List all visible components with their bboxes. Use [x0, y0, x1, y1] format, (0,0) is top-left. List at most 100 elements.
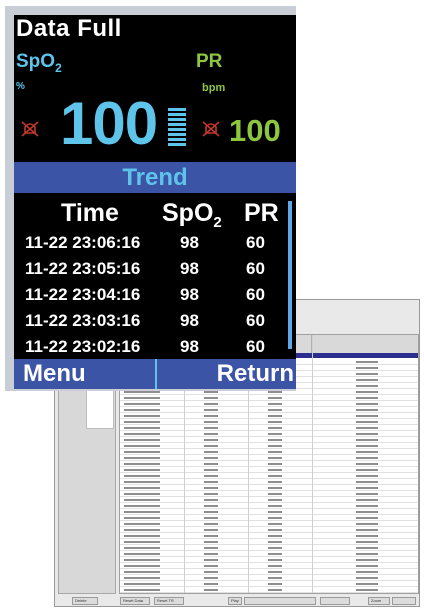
- table-cell: [356, 379, 378, 381]
- trend-row: 11-22 23:03:16 98 60: [14, 311, 286, 337]
- status-button[interactable]: Delete: [72, 597, 98, 605]
- table-cell: [356, 373, 378, 375]
- table-cell: [124, 547, 160, 549]
- table-cell: [356, 523, 378, 525]
- table-cell: [124, 463, 160, 465]
- table-cell: [356, 487, 378, 489]
- table-cell: [356, 499, 378, 501]
- status-button[interactable]: Play: [228, 597, 242, 605]
- table-cell: [356, 415, 378, 417]
- column-header-time: Time: [61, 199, 119, 227]
- table-cell: [124, 577, 160, 579]
- table-cell: [268, 565, 282, 567]
- table-cell: [356, 457, 378, 459]
- status-select[interactable]: [320, 597, 350, 605]
- table-cell: [356, 565, 378, 567]
- table-cell: [268, 481, 282, 483]
- row-spo2: 98: [180, 259, 199, 278]
- table-cell: [124, 403, 160, 405]
- screen-title: Data Full: [16, 15, 122, 42]
- table-cell: [356, 559, 378, 561]
- table-cell: [204, 427, 218, 429]
- row-spo2: 98: [180, 285, 199, 304]
- row-spo2: 98: [180, 233, 199, 252]
- table-cell: [268, 553, 282, 555]
- row-spo2: 98: [180, 311, 199, 330]
- table-cell: [124, 589, 160, 591]
- row-pr: 60: [246, 337, 265, 356]
- table-cell: [268, 457, 282, 459]
- table-cell: [204, 433, 218, 435]
- table-header-cell[interactable]: [312, 335, 418, 353]
- table-cell: [204, 535, 218, 537]
- table-cell: [204, 505, 218, 507]
- table-cell: [204, 547, 218, 549]
- table-cell: [356, 553, 378, 555]
- table-cell: [204, 487, 218, 489]
- table-cell: [268, 589, 282, 591]
- table-cell: [356, 589, 378, 591]
- row-pr: 60: [246, 233, 265, 252]
- status-button[interactable]: Reset Data: [120, 597, 150, 605]
- trend-scrollbar[interactable]: [288, 201, 292, 349]
- status-button[interactable]: Zoom: [368, 597, 390, 605]
- table-cell: [268, 559, 282, 561]
- zoom-select[interactable]: [244, 597, 316, 605]
- table-cell: [268, 523, 282, 525]
- table-cell: [356, 541, 378, 543]
- table-cell: [204, 499, 218, 501]
- table-cell: [268, 403, 282, 405]
- table-cell: [356, 529, 378, 531]
- table-cell: [124, 511, 160, 513]
- table-cell: [124, 553, 160, 555]
- table-cell: [268, 517, 282, 519]
- table-cell: [124, 487, 160, 489]
- table-cell: [268, 421, 282, 423]
- trend-row: 11-22 23:06:16 98 60: [14, 233, 286, 259]
- table-cell: [268, 391, 282, 393]
- softkey-bar: Menu Return: [14, 359, 296, 389]
- table-cell: [204, 409, 218, 411]
- table-cell: [124, 457, 160, 459]
- table-cell: [268, 577, 282, 579]
- spo2-value: 100: [60, 90, 158, 157]
- table-cell: [204, 469, 218, 471]
- side-panel-blank-area: [86, 388, 114, 429]
- table-cell: [268, 463, 282, 465]
- table-cell: [204, 475, 218, 477]
- row-time: 11-22 23:02:16: [25, 337, 141, 356]
- table-cell: [268, 433, 282, 435]
- table-cell: [124, 523, 160, 525]
- table-cell: [204, 565, 218, 567]
- table-cell: [124, 439, 160, 441]
- row-pr: 60: [246, 285, 265, 304]
- trend-row: 11-22 23:04:16 98 60: [14, 285, 286, 311]
- table-cell: [204, 511, 218, 513]
- table-cell: [356, 469, 378, 471]
- table-cell: [356, 481, 378, 483]
- table-cell: [356, 547, 378, 549]
- table-cell: [268, 439, 282, 441]
- table-cell: [124, 529, 160, 531]
- table-cell: [124, 451, 160, 453]
- status-button[interactable]: Reset TR: [154, 597, 184, 605]
- menu-button[interactable]: Menu: [14, 359, 155, 389]
- pr-label: PR: [196, 51, 223, 72]
- table-cell: [356, 403, 378, 405]
- table-cell: [268, 529, 282, 531]
- table-cell: [356, 445, 378, 447]
- table-cell: [268, 499, 282, 501]
- table-cell: [356, 571, 378, 573]
- table-cell: [204, 391, 218, 393]
- return-button[interactable]: Return: [157, 359, 296, 389]
- table-cell: [204, 517, 218, 519]
- table-cell: [124, 493, 160, 495]
- alarm-muted-icon: [21, 121, 39, 137]
- table-cell: [356, 361, 378, 363]
- table-cell: [204, 457, 218, 459]
- table-row[interactable]: [120, 587, 418, 593]
- table-cell: [124, 583, 160, 585]
- table-cell: [124, 541, 160, 543]
- table-cell: [124, 517, 160, 519]
- table-cell: [124, 565, 160, 567]
